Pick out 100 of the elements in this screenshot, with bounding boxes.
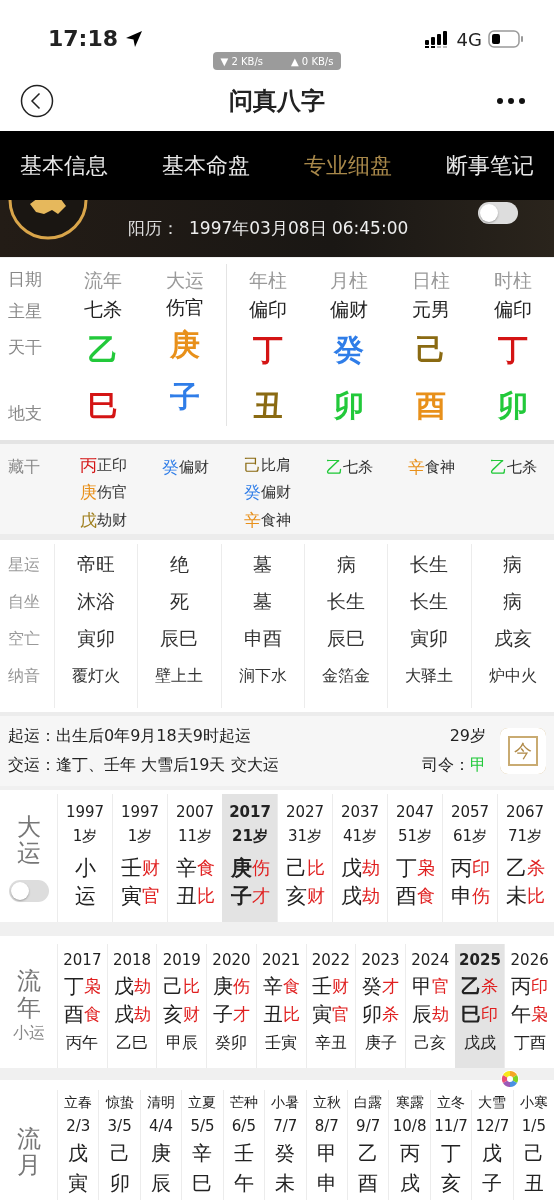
back-button[interactable] (20, 83, 54, 118)
year-pillar[interactable]: 2018 戊劫 戌劫 乙巳 (106, 944, 157, 1068)
section-sublabel: 小运 (12, 1022, 45, 1044)
year-pillar[interactable]: 2017 丁枭 酉食 丙午 (57, 944, 107, 1068)
month-pillar[interactable]: 小暑 7/7 癸 未 (264, 1090, 306, 1200)
tab[interactable]: 断事笔记 (446, 150, 534, 181)
luck-pillar[interactable]: 2067 71岁 乙杀 未比 (497, 794, 552, 922)
ten-god: 官 (332, 1002, 350, 1026)
heavenly-stem: 丁 (252, 330, 283, 369)
month-pillar[interactable]: 惊蛰 3/5 己 卯 (98, 1090, 140, 1200)
year-pillar[interactable]: 2020 庚伤 子才 癸卯 (206, 944, 256, 1068)
luck-pillar[interactable]: 2037 41岁 戊劫 戌劫 (332, 794, 387, 922)
table-cell-text: 沐浴 (77, 589, 116, 614)
earthly-branch: 酉 (416, 387, 447, 426)
heavenly-stem: 乙 (87, 330, 118, 369)
solar-term: 小暑 (271, 1093, 300, 1112)
luck-pillar[interactable]: 1997 1岁 小 运 (57, 794, 112, 922)
minor-luck: 戊戌 (463, 1032, 496, 1054)
ten-god: 劫 (133, 1002, 151, 1026)
table-cell-text: 辰巳 (327, 626, 366, 651)
ten-god: 财 (183, 1002, 201, 1026)
hidden-stem: 辛 (243, 508, 261, 532)
year: 2026 (510, 950, 549, 971)
luck-pillar[interactable]: 2027 31岁 己比 亥财 (277, 794, 332, 922)
toggle-switch[interactable] (8, 880, 49, 903)
aperture-icon[interactable] (500, 1069, 520, 1089)
branch: 未 (275, 1170, 296, 1197)
branch: 申 (316, 1170, 337, 1197)
month-pillar[interactable]: 立春 2/3 戊 寅 (57, 1090, 99, 1200)
month-pillar[interactable]: 立秋 8/7 甲 申 (305, 1090, 347, 1200)
table-cell-text: 金箔金 (322, 665, 371, 687)
age: 51岁 (397, 826, 433, 847)
table-cell-text: 长生 (410, 589, 449, 614)
luck-pillar[interactable]: 2017 21岁 庚伤 子才 (222, 794, 277, 922)
stem: 戊 (68, 1140, 89, 1167)
ten-god: 财 (306, 884, 325, 908)
month-pillar[interactable]: 立夏 5/5 辛 巳 (181, 1090, 223, 1200)
hidden-stem: 癸 (161, 455, 179, 479)
month-pillar[interactable]: 清明 4/4 庚 辰 (139, 1090, 182, 1200)
solar-term: 立春 (64, 1093, 93, 1112)
luck-pillar[interactable]: 1997 1岁 壬财 寅官 (112, 794, 167, 922)
table-cell-text: 墓 (253, 589, 273, 614)
commander-label: 司令： (422, 755, 470, 776)
column-header: 时柱 (494, 268, 533, 293)
ten-god: 财 (332, 974, 350, 998)
app-title: 问真八字 (229, 85, 325, 117)
hidden-stem: 癸 (243, 481, 261, 505)
ten-god: 比 (306, 856, 325, 880)
stem: 壬 (120, 855, 142, 882)
ten-god: 七杀 (506, 457, 537, 477)
year-pillar[interactable]: 2024 甲官 辰劫 己亥 (404, 944, 455, 1068)
table-cell-text: 病 (503, 589, 523, 614)
table-cell-text: 壁上土 (155, 665, 204, 687)
toggle-switch[interactable] (478, 202, 518, 224)
table-cell-text: 病 (503, 552, 523, 577)
minor-luck: 辛丑 (314, 1032, 347, 1054)
tab[interactable]: 基本信息 (20, 150, 108, 181)
ten-god: 正印 (96, 456, 127, 476)
tab[interactable]: 专业细盘 (304, 150, 392, 181)
age: 21岁 (232, 826, 268, 847)
stem: 甲 (316, 1140, 337, 1167)
year-pillar[interactable]: 2021 辛食 丑比 壬寅 (255, 944, 306, 1068)
more-icon[interactable] (496, 96, 526, 105)
stem: 甲 (411, 972, 432, 1000)
ten-god: 比 (196, 884, 215, 908)
month-pillar[interactable]: 立冬 11/7 丁 亥 (429, 1090, 472, 1200)
minor-luck: 癸卯 (215, 1032, 248, 1054)
year-pillar[interactable]: 2025 乙杀 巳印 戊戌 (454, 944, 505, 1068)
table-cell-text: 长生 (327, 589, 366, 614)
tab[interactable]: 基本命盘 (162, 150, 250, 181)
branch: 卯 (362, 1000, 383, 1028)
year-pillar[interactable]: 2026 丙印 午枭 丁酉 (504, 944, 554, 1068)
year: 2022 (311, 950, 350, 971)
month-pillar[interactable]: 寒露 10/8 丙 戌 (388, 1090, 430, 1200)
branch: 酉 (63, 1000, 84, 1028)
branch: 卯 (109, 1170, 130, 1197)
year: 2019 (162, 950, 201, 971)
solar-term: 白露 (354, 1093, 383, 1112)
branch: 午 (233, 1170, 254, 1197)
section-label: 流月 (16, 1125, 41, 1179)
year-pillar[interactable]: 2022 壬财 寅官 辛丑 (305, 944, 356, 1068)
month-pillar[interactable]: 白露 9/7 乙 酉 (346, 1090, 389, 1200)
stem: 己 (285, 855, 307, 882)
branch: 戌 (340, 883, 362, 910)
luck-pillar[interactable]: 2057 61岁 丙印 申伤 (442, 794, 497, 922)
earthly-branch: 卯 (498, 387, 529, 426)
year: 2067 (505, 802, 545, 823)
year-pillar[interactable]: 2023 癸才 卯杀 庚子 (355, 944, 405, 1068)
year: 2017 (229, 802, 271, 823)
solar-term: 寒露 (395, 1093, 424, 1112)
month-pillar[interactable]: 芒种 6/5 壬 午 (222, 1090, 265, 1200)
month-pillar[interactable]: 小寒 1/5 己 丑 (512, 1090, 554, 1200)
ten-god: 劫财 (96, 510, 127, 530)
row-label: 纳音 (8, 665, 40, 687)
luck-pillar[interactable]: 2047 51岁 丁枭 酉食 (387, 794, 442, 922)
month-pillar[interactable]: 大雪 12/7 戊 子 (471, 1090, 513, 1200)
avatar-icon (8, 200, 88, 240)
age: 11岁 (177, 826, 213, 847)
ten-god: 伤 (471, 884, 490, 908)
year-pillar[interactable]: 2019 己比 亥财 甲辰 (156, 944, 207, 1068)
